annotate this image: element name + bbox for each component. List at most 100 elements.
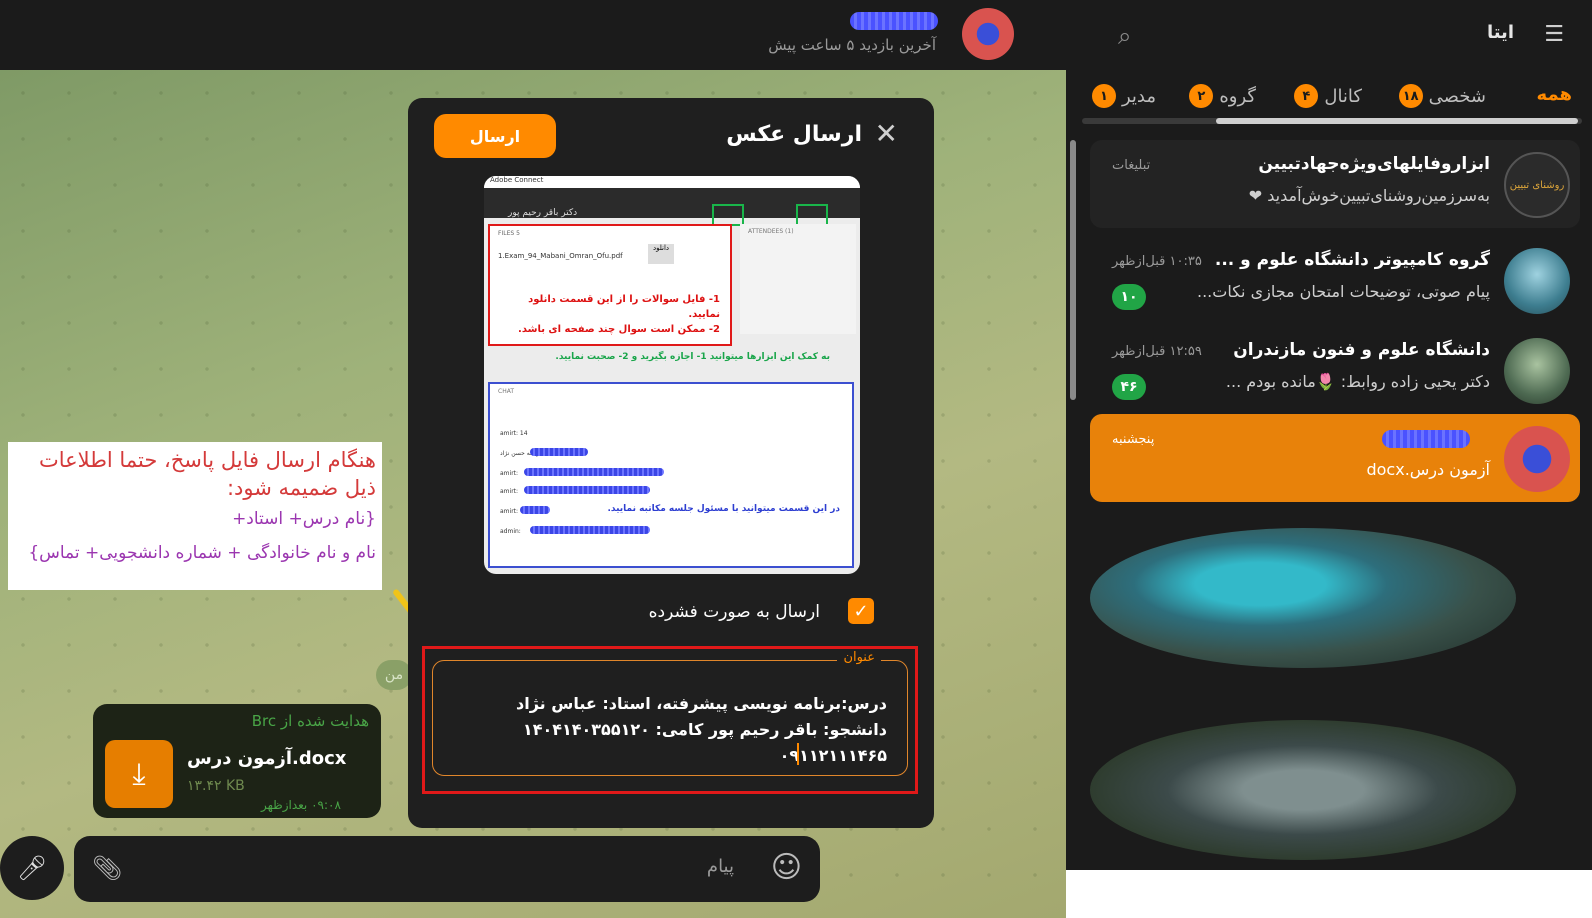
download-icon[interactable]: ⤓ <box>105 740 173 808</box>
preview-redaction <box>530 448 588 456</box>
chat-name: گروه کامپیوتر دانشگاه علوم و ... <box>1214 250 1490 270</box>
compress-label[interactable]: ارسال به صورت فشرده <box>649 602 820 622</box>
preview-attendees-pod: ATTENDEES (1) <box>740 224 856 334</box>
unread-badge: ۴۶ <box>1112 374 1146 400</box>
preview-redaction <box>524 486 650 494</box>
preview-chat-header: CHAT <box>498 388 515 395</box>
annotation-line-4: نام و نام خانوادگی + شماره دانشجویی+ تما… <box>28 543 376 563</box>
tab-count: ۱ <box>1091 84 1116 108</box>
avatar <box>1504 248 1570 314</box>
preview-mic-highlight <box>712 204 744 226</box>
avatar: روشنای تبیین <box>1504 152 1570 218</box>
chat-time: ۱۲:۵۹ قبل‌ازظهر <box>1112 344 1202 359</box>
annotation-line-1: هنگام ارسال فایل پاسخ، حتما اطلاعات <box>38 448 376 472</box>
app-name: ایتا <box>1486 22 1514 43</box>
folder-tabs: همه شخصی ۱۸ کانال ۴ گروه ۲ مدیر ۱ <box>1066 84 1592 114</box>
tabs-scrollbar[interactable] <box>1082 118 1582 124</box>
preview-redaction <box>520 506 550 514</box>
tab-all[interactable]: همه <box>1537 84 1572 105</box>
chat-header: آخرین بازدید ۵ ساعت پیش <box>0 0 1066 70</box>
preview-attendees-header: ATTENDEES (1) <box>748 228 794 235</box>
preview-toolbar: دکتر باقر رحیم پور <box>484 188 860 226</box>
tab-group[interactable]: گروه ۲ <box>1189 84 1256 108</box>
preview-hand-highlight <box>796 204 828 226</box>
photo-preview: Adobe Connect دکتر باقر رحیم پور FILES 5… <box>484 176 860 574</box>
preview-files-header: FILES 5 <box>498 230 520 237</box>
chat-list-item-selected[interactable]: آزمون درس.docx پنجشنبه <box>1090 414 1580 502</box>
unread-badge: ۱۰ <box>1112 284 1146 310</box>
preview-red-note: 1- فایل سوالات را از این قسمت دانلود نما… <box>500 292 720 337</box>
message-composer[interactable]: 📎︎ پیام ☺ <box>74 836 820 902</box>
emoji-icon[interactable]: ☺ <box>771 850 802 885</box>
preview-redaction <box>530 526 650 534</box>
preview-red-note-2: 2- ممکن است سوال چند صفحه ای باشد. <box>518 324 720 335</box>
contact-avatar[interactable] <box>962 8 1014 60</box>
mic-icon[interactable]: 🎤︎ <box>0 836 64 900</box>
chat-preview: پیام صوتی، توضیحات امتحان مجازی نکات... <box>1197 282 1490 301</box>
scrollbar-thumb[interactable] <box>1216 118 1578 124</box>
chat-list-item[interactable]: دانشگاه علوم و فنون مازندران دکتر یحیی ز… <box>1090 326 1580 414</box>
preview-presenter: دکتر باقر رحیم پور <box>508 208 578 218</box>
search-icon[interactable]: ⌕ <box>1118 22 1131 50</box>
preview-chat-row: admin: <box>500 528 521 535</box>
preview-chat-pod: CHAT amirt: 14 فهیمه حسن نژاد amirt: ami… <box>488 382 854 568</box>
message-input[interactable]: پیام <box>707 856 734 877</box>
instruction-annotation: هنگام ارسال فایل پاسخ، حتما اطلاعات ذیل … <box>8 442 382 590</box>
last-seen-status: آخرین بازدید ۵ ساعت پیش <box>768 36 936 54</box>
preview-download-label: دانلود <box>648 244 674 264</box>
tab-label: گروه <box>1219 85 1256 107</box>
caption-legend: عنوان <box>837 650 881 665</box>
tab-label: شخصی <box>1428 85 1486 107</box>
preview-chat-row: amirt: <box>500 470 519 477</box>
chat-name-redacted <box>1382 430 1470 448</box>
file-name: آزمون درس.docx <box>187 748 347 769</box>
tab-admin[interactable]: مدیر ۱ <box>1091 84 1156 108</box>
tab-label: مدیر <box>1121 85 1156 107</box>
tab-label: همه <box>1536 84 1572 105</box>
close-icon[interactable]: ✕ <box>875 120 898 148</box>
chat-time: ۱۰:۳۵ قبل‌ازظهر <box>1112 254 1202 269</box>
file-message-bubble[interactable]: هدایت شده از Brc ⤓ آزمون درس.docx ۱۳.۴۲ … <box>93 704 381 818</box>
preview-chat-row: amirt: <box>500 488 519 495</box>
preview-files-pod: FILES 5 1.Exam_94_Mabani_Omran_Ofu.pdf د… <box>488 224 732 346</box>
chat-list-item[interactable]: گروه کامپیوتر دانشگاه علوم و ... پیام صو… <box>1090 236 1580 324</box>
preview-app-title: Adobe Connect <box>484 176 860 188</box>
dialog-title: ارسال عکس <box>726 122 862 147</box>
caption-input[interactable]: درس:برنامه نویسی پیشرفته، استاد: عباس نژ… <box>447 691 887 769</box>
preview-redaction <box>524 468 664 476</box>
hamburger-menu-icon[interactable]: ☰ <box>1544 22 1564 47</box>
tab-count: ۴ <box>1294 84 1319 108</box>
tab-label: کانال <box>1324 85 1362 107</box>
chat-name: دانشگاه علوم و فنون مازندران <box>1233 340 1490 360</box>
message-time: ۰۹:۰۸ بعدازظهر <box>261 798 341 812</box>
preview-blue-note: در این قسمت میتوانید با مسئول جلسه مکاتب… <box>607 504 841 514</box>
contact-name-redacted[interactable] <box>850 12 938 30</box>
paperclip-icon[interactable]: 📎︎ <box>92 854 122 882</box>
compress-option[interactable]: ✓ ارسال به صورت فشرده <box>454 598 874 628</box>
compress-checkbox[interactable]: ✓ <box>848 598 874 624</box>
list-scrollbar[interactable] <box>1070 140 1076 400</box>
tab-count: ۲ <box>1189 84 1214 108</box>
chat-list-item[interactable]: روشنای تبیین ابزاروفایلهای‌ویژه‌جهادتبیی… <box>1090 140 1580 228</box>
chat-preview: به‌سرزمین‌روشنای‌تبیین‌خوش‌آمدید ❤ <box>1248 186 1490 205</box>
send-button[interactable]: ارسال <box>434 114 556 158</box>
tab-personal[interactable]: شخصی ۱۸ <box>1398 84 1486 108</box>
preview-chat-row: amirt: 14 <box>500 430 528 437</box>
chat-name: ابزاروفایلهای‌ویژه‌جهادتبیین <box>1258 154 1490 174</box>
preview-file-item: 1.Exam_94_Mabani_Omran_Ofu.pdf <box>498 252 623 260</box>
blurred-media-preview <box>1090 720 1516 860</box>
tab-count: ۱۸ <box>1398 84 1423 108</box>
chat-preview: دکتر یحیی زاده روابط: 🌷مانده بودم ... <box>1225 372 1490 391</box>
send-photo-dialog: ارسال ارسال عکس ✕ Adobe Connect دکتر باق… <box>408 98 934 828</box>
avatar <box>1504 426 1570 492</box>
text-caret <box>797 743 799 765</box>
annotation-line-2: ذیل ضمیمه شود: <box>226 476 376 500</box>
tab-channel[interactable]: کانال ۴ <box>1294 84 1362 108</box>
chat-time: پنجشنبه <box>1112 432 1155 447</box>
avatar <box>1504 338 1570 404</box>
forwarded-from-label[interactable]: هدایت شده از Brc <box>252 712 369 730</box>
chat-preview: آزمون درس.docx <box>1366 460 1490 479</box>
file-size: ۱۳.۴۲ KB <box>187 778 245 794</box>
blurred-media-preview <box>1090 528 1516 668</box>
caption-field[interactable]: عنوان درس:برنامه نویسی پیشرفته، استاد: ع… <box>432 650 908 776</box>
